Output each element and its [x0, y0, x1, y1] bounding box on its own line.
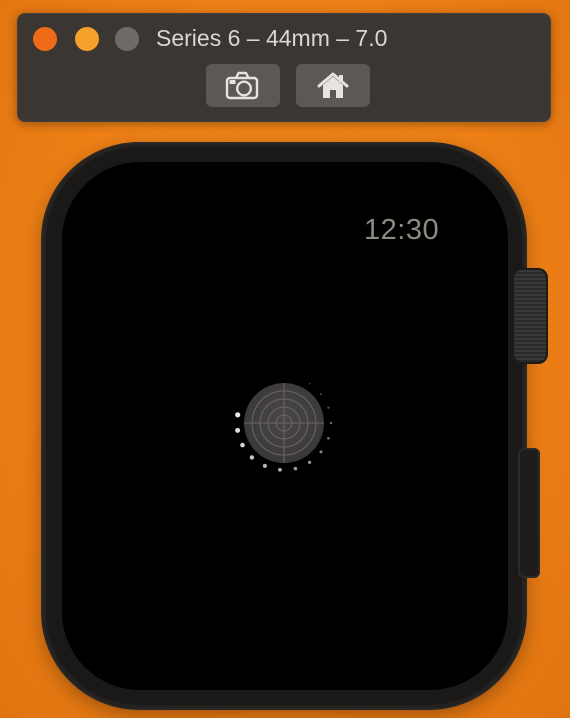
zoom-window-button[interactable] [115, 27, 139, 51]
spinner-dot [308, 382, 311, 385]
spinner-dot [262, 463, 267, 468]
screenshot-button[interactable] [206, 64, 280, 107]
spinner-dot [249, 455, 255, 460]
home-button[interactable] [296, 64, 370, 107]
loading-indicator [224, 370, 344, 490]
close-window-button[interactable] [33, 27, 57, 51]
spinner-dot [235, 427, 241, 433]
crosshair-loading-icon [235, 382, 333, 472]
spinner-dot [277, 467, 282, 472]
spinner-dot [320, 393, 322, 396]
simulator-title-bar: Series 6 – 44mm – 7.0 [17, 13, 551, 122]
spinner-dot [327, 406, 330, 409]
window-title: Series 6 – 44mm – 7.0 [156, 25, 388, 51]
spinner-dot [240, 442, 245, 448]
watch-clock: 12:30 [364, 214, 440, 246]
minimize-window-button[interactable] [75, 27, 99, 51]
digital-crown[interactable] [512, 268, 548, 364]
watch-screen[interactable]: 12:30 [62, 162, 508, 690]
spinner-dot [319, 450, 323, 454]
spinner-dot [307, 460, 312, 465]
home-icon [316, 71, 350, 101]
spinner-dot [235, 412, 241, 418]
spinner-dot [327, 436, 330, 440]
camera-icon [225, 70, 261, 102]
spinner-dot [293, 466, 298, 471]
spinner-dot [329, 421, 333, 425]
side-button[interactable] [518, 448, 540, 578]
